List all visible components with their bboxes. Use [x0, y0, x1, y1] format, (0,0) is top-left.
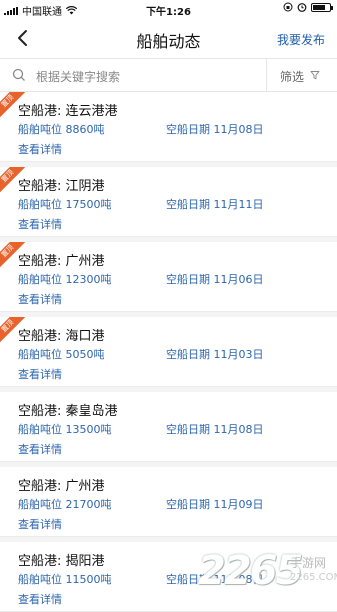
ship-tonnage: 船舶吨位 13500吨: [18, 423, 112, 436]
ship-tonnage: 船舶吨位 11500吨: [18, 573, 112, 586]
watermark-url: 2265.COM: [290, 572, 337, 583]
port-name: 空船港: 广州港: [18, 254, 105, 269]
empty-ship-date: 空船日期 11月08日: [166, 123, 264, 136]
port-name: 空船港: 秦皇岛港: [18, 404, 118, 419]
view-details-link[interactable]: 查看详情: [18, 441, 62, 457]
view-details-link[interactable]: 查看详情: [18, 366, 62, 382]
ship-tonnage: 船舶吨位 21700吨: [18, 498, 112, 511]
funnel-icon[interactable]: [310, 70, 320, 80]
search-input[interactable]: 根据关键字搜索: [36, 68, 120, 85]
view-details-link[interactable]: 查看详情: [18, 591, 62, 607]
empty-ship-date: 空船日期 11月09日: [166, 498, 264, 511]
port-name: 空船港: 江阴港: [18, 179, 105, 194]
filter-button[interactable]: 筛选: [280, 68, 304, 85]
empty-ship-date: 空船日期 11月08日: [166, 423, 264, 436]
empty-ship-date: 空船日期 11月03日: [166, 348, 264, 361]
listing-card[interactable]: 空船港: 秦皇岛港 船舶吨位 13500吨 空船日期 11月08日查看详情: [0, 392, 337, 462]
empty-ship-date: 空船日期 11月06日: [166, 273, 264, 286]
search-bar: 根据关键字搜索 筛选: [0, 58, 337, 92]
ship-tonnage: 船舶吨位 17500吨: [18, 198, 112, 211]
status-bar: 中国联通 下午1:26: [0, 0, 337, 18]
view-details-link[interactable]: 查看详情: [18, 291, 62, 307]
site-watermark: 2265 手游网 2265.COM: [198, 548, 337, 600]
navigation-bar: 船舶动态 我要发布: [0, 18, 337, 58]
listing-card[interactable]: 空船港: 广州港 船舶吨位 21700吨 空船日期 11月09日查看详情: [0, 467, 337, 537]
port-name: 空船港: 广州港: [18, 479, 105, 494]
port-name: 空船港: 连云港港: [18, 104, 118, 119]
listing-card[interactable]: 置顶 空船港: 广州港 船舶吨位 12300吨 空船日期 11月06日 查看详情: [0, 242, 337, 312]
watermark-site-name: 手游网: [290, 556, 327, 570]
view-details-link[interactable]: 查看详情: [18, 216, 62, 232]
ship-tonnage: 船舶吨位 12300吨: [18, 273, 112, 286]
orientation-lock-icon: [283, 2, 293, 12]
empty-ship-date: 空船日期 11月11日: [166, 198, 264, 211]
watermark-number: 2265: [198, 548, 303, 594]
publish-button[interactable]: 我要发布: [277, 31, 325, 48]
view-details-link[interactable]: 查看详情: [18, 516, 62, 532]
ship-tonnage: 船舶吨位 5050吨: [18, 348, 105, 361]
battery-icon: [311, 2, 333, 12]
listing-card[interactable]: 置顶 空船港: 连云港港 船舶吨位 8860吨 空船日期 11月08日 查看详情: [0, 92, 337, 162]
search-icon: [12, 68, 25, 81]
search-divider: [266, 59, 267, 91]
port-name: 空船港: 揭阳港: [18, 554, 105, 569]
listing-card[interactable]: 置顶 空船港: 江阴港 船舶吨位 17500吨 空船日期 11月11日 查看详情: [0, 167, 337, 237]
view-details-link[interactable]: 查看详情: [18, 141, 62, 157]
ship-tonnage: 船舶吨位 8860吨: [18, 123, 105, 136]
alarm-icon: [297, 3, 307, 12]
status-right: [283, 2, 333, 12]
port-name: 空船港: 海口港: [18, 329, 105, 344]
listing-card[interactable]: 置顶 空船港: 海口港 船舶吨位 5050吨 空船日期 11月03日 查看详情: [0, 317, 337, 387]
